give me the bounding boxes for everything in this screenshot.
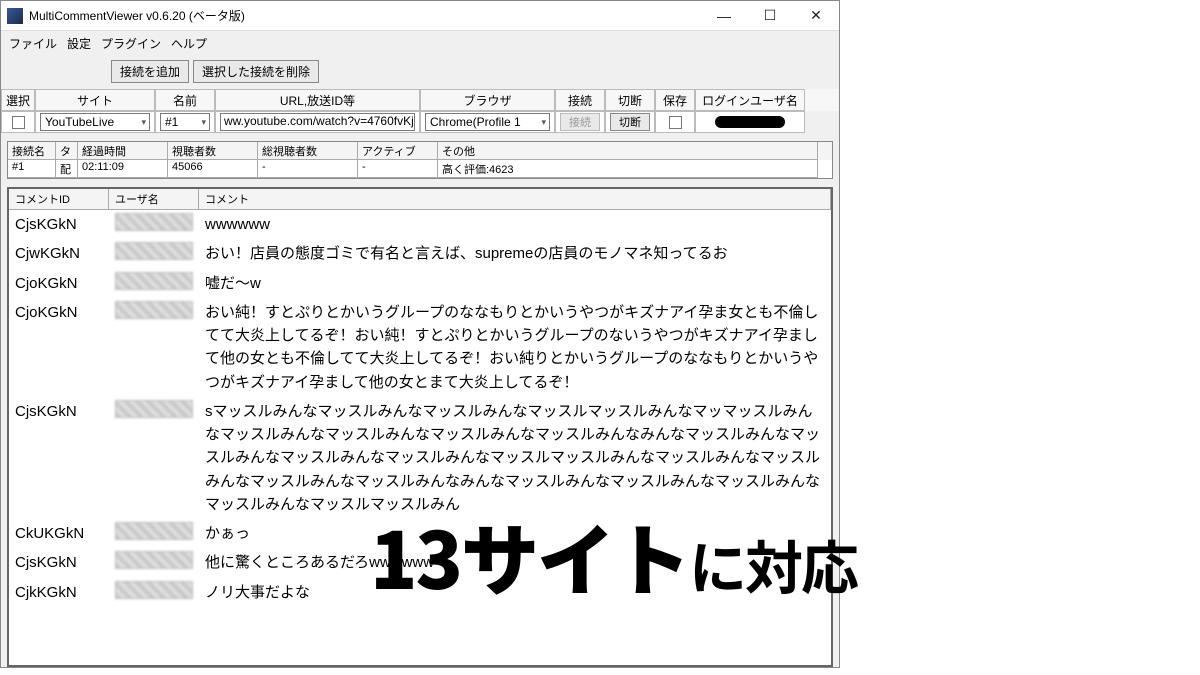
comment-text: ノリ大事だよな <box>199 578 831 607</box>
comment-text: 他に驚くところあるだろwwwwww <box>199 548 831 577</box>
disconnect-button[interactable]: 切断 <box>610 113 650 131</box>
stat-type: 配 <box>56 160 78 178</box>
toolbar: 接続を追加 選択した接続を削除 <box>1 56 839 89</box>
comment-id: CjsKGkN <box>9 210 109 239</box>
delete-connection-button[interactable]: 選択した接続を削除 <box>193 60 319 83</box>
user-redacted <box>115 272 193 290</box>
col-connect: 接続 <box>555 89 605 111</box>
name-dropdown[interactable]: #1 <box>160 113 210 131</box>
comment-row[interactable]: CjsKGkN 他に驚くところあるだろwwwwww <box>9 548 831 577</box>
comment-text: wwwwww <box>199 210 831 239</box>
comment-user <box>109 548 199 577</box>
connect-button[interactable]: 接続 <box>560 113 600 131</box>
comment-id: CjsKGkN <box>9 548 109 577</box>
comment-id: CjwKGkN <box>9 239 109 268</box>
comments-panel: コメントID ユーザ名 コメント CjsKGkN wwwwww CjwKGkN おい！… <box>7 187 833 667</box>
menu-plugin[interactable]: プラグイン <box>101 35 161 52</box>
user-redacted <box>115 213 193 231</box>
stat-total: - <box>258 160 358 178</box>
user-redacted <box>115 242 193 260</box>
comment-col-id: コメントID <box>9 189 109 209</box>
minimize-button[interactable]: — <box>701 1 747 31</box>
comment-row[interactable]: CjsKGkN sマッスルみんなマッスルみんなマッスルみんなマッスルマッスルみんな… <box>9 397 831 519</box>
comment-text: おい！店員の態度ゴミで有名と言えば、supremeの店員のモノマネ知ってるお <box>199 239 831 268</box>
save-checkbox[interactable] <box>669 116 682 129</box>
add-connection-button[interactable]: 接続を追加 <box>111 60 189 83</box>
col-login: ログインユーザ名 <box>695 89 805 111</box>
user-redacted <box>115 301 193 319</box>
login-user-redacted <box>715 116 785 128</box>
comment-user <box>109 210 199 239</box>
select-checkbox[interactable] <box>12 116 25 129</box>
comment-id: CjoKGkN <box>9 298 109 397</box>
app-window: MultiCommentViewer v0.6.20 (ベータ版) — ☐ ✕ … <box>0 0 840 668</box>
menu-help[interactable]: ヘルプ <box>171 35 207 52</box>
comments-body[interactable]: CjsKGkN wwwwww CjwKGkN おい！店員の態度ゴミで有名と言えば、su… <box>9 210 831 666</box>
comment-text: 嘘だ〜w <box>199 269 831 298</box>
comment-row[interactable]: CjoKGkN おい純！すとぷりとかいうグループのななもりとかいうやつがキズナアイ… <box>9 298 831 397</box>
col-disconnect: 切断 <box>605 89 655 111</box>
comment-user <box>109 239 199 268</box>
connection-row: YouTubeLive #1 ww.youtube.com/watch?v=47… <box>1 111 839 133</box>
comment-user <box>109 298 199 397</box>
comment-col-text: コメント <box>199 189 831 209</box>
comment-user <box>109 397 199 519</box>
comment-row[interactable]: CjsKGkN wwwwww <box>9 210 831 239</box>
comment-text: おい純！すとぷりとかいうグループのななもりとかいうやつがキズナアイ孕ま女とも不倫… <box>199 298 831 397</box>
menubar: ファイル 設定 プラグイン ヘルプ <box>1 31 839 56</box>
stat-other: 高く評価:4623 <box>438 160 818 178</box>
comment-user <box>109 269 199 298</box>
stat-col-type: タ <box>56 142 78 160</box>
stat-name: #1 <box>8 160 56 178</box>
comment-col-user: ユーザ名 <box>109 189 199 209</box>
comment-text: sマッスルみんなマッスルみんなマッスルみんなマッスルマッスルみんなマッマッスルみ… <box>199 397 831 519</box>
menu-settings[interactable]: 設定 <box>67 35 91 52</box>
comment-row[interactable]: CkUKGkN かぁっ <box>9 519 831 548</box>
comment-id: CjoKGkN <box>9 269 109 298</box>
comment-id: CjsKGkN <box>9 397 109 519</box>
stat-col-other: その他 <box>438 142 818 160</box>
comment-text: かぁっ <box>199 519 831 548</box>
stats-row: #1 配 02:11:09 45066 - - 高く評価:4623 <box>8 160 832 178</box>
menu-file[interactable]: ファイル <box>9 35 57 52</box>
url-input[interactable]: ww.youtube.com/watch?v=4760fvKjong <box>220 113 415 131</box>
maximize-button[interactable]: ☐ <box>747 1 793 31</box>
window-title: MultiCommentViewer v0.6.20 (ベータ版) <box>29 7 701 24</box>
comment-id: CkUKGkN <box>9 519 109 548</box>
browser-dropdown[interactable]: Chrome(Profile 1 <box>425 113 550 131</box>
stats-panel: 接続名 タ 経過時間 視聴者数 総視聴者数 アクティブ その他 #1 配 02:… <box>7 141 833 179</box>
comment-row[interactable]: CjwKGkN おい！店員の態度ゴミで有名と言えば、supremeの店員のモノマネ… <box>9 239 831 268</box>
comment-row[interactable]: CjoKGkN 嘘だ〜w <box>9 269 831 298</box>
stat-col-elapsed: 経過時間 <box>78 142 168 160</box>
stat-viewers: 45066 <box>168 160 258 178</box>
app-icon <box>7 8 23 24</box>
col-site: サイト <box>35 89 155 111</box>
comment-user <box>109 578 199 607</box>
col-name: 名前 <box>155 89 215 111</box>
col-select: 選択 <box>1 89 35 111</box>
stat-elapsed: 02:11:09 <box>78 160 168 178</box>
user-redacted <box>115 581 193 599</box>
user-redacted <box>115 400 193 418</box>
comment-user <box>109 519 199 548</box>
close-button[interactable]: ✕ <box>793 1 839 31</box>
comment-row[interactable]: CjkKGkN ノリ大事だよな <box>9 578 831 607</box>
stat-col-viewers: 視聴者数 <box>168 142 258 160</box>
site-dropdown[interactable]: YouTubeLive <box>40 113 150 131</box>
col-url: URL,放送ID等 <box>215 89 420 111</box>
stat-col-total: 総視聴者数 <box>258 142 358 160</box>
col-browser: ブラウザ <box>420 89 555 111</box>
titlebar: MultiCommentViewer v0.6.20 (ベータ版) — ☐ ✕ <box>1 1 839 31</box>
user-redacted <box>115 551 193 569</box>
comment-id: CjkKGkN <box>9 578 109 607</box>
stat-col-name: 接続名 <box>8 142 56 160</box>
stat-active: - <box>358 160 438 178</box>
col-save: 保存 <box>655 89 695 111</box>
connection-header: 選択 サイト 名前 URL,放送ID等 ブラウザ 接続 切断 保存 ログインユー… <box>1 89 839 111</box>
stat-col-active: アクティブ <box>358 142 438 160</box>
user-redacted <box>115 522 193 540</box>
